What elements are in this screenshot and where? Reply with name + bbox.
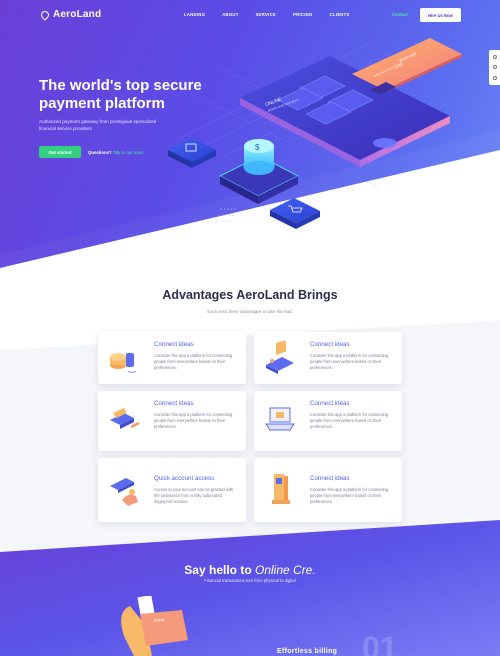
fingerprint-hand-icon [110, 478, 138, 506]
payment-platform-illustration: ONLINE AEROLAND PAYMENT Bank card **** *… [168, 37, 462, 229]
get-started-button[interactable]: Get started [39, 146, 81, 158]
menu-item-pricing[interactable]: PRICING [293, 12, 313, 17]
card-title: Connect ideas [310, 341, 350, 348]
logo-icon [39, 8, 51, 21]
say-hello-title-italic: Online Cre. [255, 563, 316, 577]
menu-item-service[interactable]: SERVICE [256, 12, 276, 17]
payment-terminal-icon [266, 341, 294, 374]
hero-subtitle: Authorized payment gateway from prestigi… [39, 119, 157, 131]
card-title: Connect ideas [310, 400, 350, 407]
settings-icon[interactable] [492, 65, 497, 70]
top-navigation: AeroLand LANDING ABOUT SERVICE PRICING C… [0, 0, 500, 30]
side-toolbar [489, 50, 500, 85]
card-text: Access to your account can be granted wi… [154, 487, 234, 505]
menu-item-about[interactable]: ABOUT [222, 12, 238, 17]
card-title: Connect ideas [154, 400, 194, 407]
advantages-title: Advantages AeroLand Brings [162, 288, 338, 302]
say-hello-subtitle: Financial transactions turn from physica… [204, 578, 296, 583]
card-text: Consider this app a platform for connect… [154, 353, 233, 371]
main-menu: LANDING ABOUT SERVICE PRICING CLIENTS [184, 12, 367, 17]
secure-chip-graphic: $ [218, 139, 300, 204]
say-hello-section [0, 520, 500, 656]
cart-icon[interactable] [492, 55, 497, 60]
card-title: Quick account access [154, 475, 215, 482]
svg-text:0 1 1 0 1: 0 1 1 0 1 [216, 220, 232, 223]
advantage-card[interactable]: Connect ideas Consider this app a platfo… [254, 391, 402, 451]
card-title: Connect ideas [154, 341, 194, 348]
svg-text:BANK: BANK [154, 617, 166, 623]
questions-text: Questions? Talk to our team [88, 150, 143, 155]
questions-label: Questions? [88, 150, 112, 155]
say-hello-background [0, 520, 500, 656]
bank-card-hand-illustration: BANK [121, 596, 188, 656]
logo[interactable]: AeroLand [39, 8, 102, 21]
cart-tile-graphic [270, 198, 320, 229]
talk-to-team-link[interactable]: Talk to our team [113, 150, 144, 155]
menu-item-landing[interactable]: LANDING [184, 12, 205, 17]
say-hello-title: Say hello to Online Cre. [0, 563, 500, 577]
card-reader-icon [110, 407, 140, 429]
card-title: Connect ideas [310, 475, 350, 482]
say-hello-title-prefix: Say hello to [184, 563, 252, 577]
atm-icon [272, 474, 290, 504]
card-text: Consider this app a platform for connect… [310, 412, 389, 430]
advantage-card[interactable]: Quick account access Access to your acco… [98, 458, 246, 522]
contact-link[interactable]: Contact [392, 12, 408, 17]
svg-text:$: $ [255, 143, 260, 152]
help-icon[interactable] [492, 75, 497, 80]
card-text: Consider this app a platform for connect… [310, 353, 389, 371]
menu-item-clients[interactable]: CLIENTS [330, 12, 350, 17]
advantage-card[interactable]: Connect ideas Consider this app a platfo… [98, 391, 246, 451]
advantage-card[interactable]: Connect ideas Consider this app a platfo… [254, 332, 402, 384]
laptop-icon [265, 407, 295, 431]
advantage-card[interactable]: Connect ideas Consider this app a platfo… [98, 332, 246, 384]
svg-text:0 1 0 0 1: 0 1 0 0 1 [220, 208, 236, 211]
hire-us-button[interactable]: Hire Us Now [420, 8, 461, 22]
step-number: 01 [362, 630, 398, 656]
hero-section: AeroLand LANDING ABOUT SERVICE PRICING C… [0, 0, 500, 300]
card-text: Consider this app a platform for connect… [310, 487, 389, 505]
advantage-card[interactable]: Connect ideas Consider this app a platfo… [254, 458, 402, 522]
wallet-tile-graphic [168, 138, 216, 168]
coins-icon [110, 353, 137, 373]
logo-text: AeroLand [53, 9, 102, 20]
advantages-subtitle: Each need these advantages to take the l… [207, 309, 293, 314]
card-text: Consider this app a platform for connect… [154, 412, 233, 430]
feature-heading: Effortless billing [277, 648, 338, 655]
svg-text:1 0 1 1 0: 1 0 1 1 0 [218, 214, 234, 217]
